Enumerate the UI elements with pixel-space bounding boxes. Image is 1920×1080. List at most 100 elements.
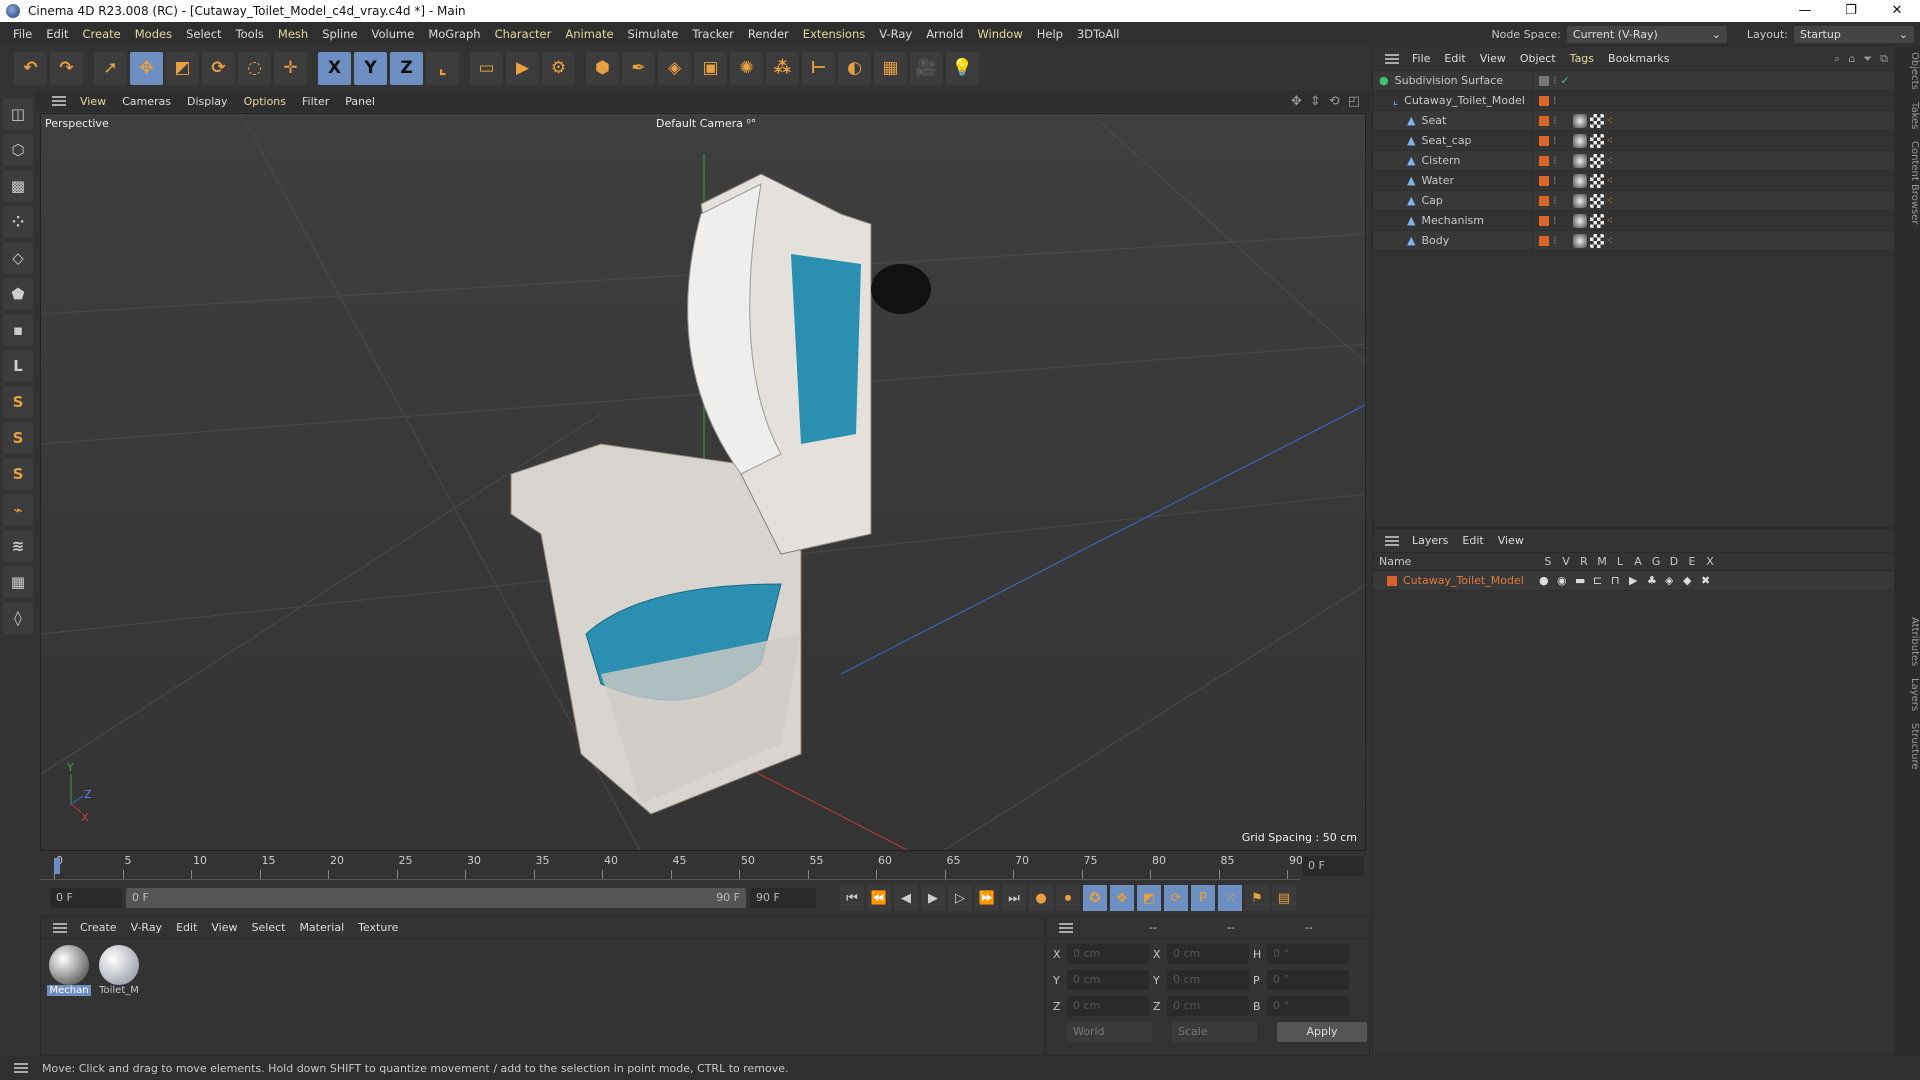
minimize-button[interactable]: — xyxy=(1782,0,1828,22)
visibility-dots-icon[interactable]: ⁝ xyxy=(1553,194,1557,207)
coord-field[interactable]: 0 cm xyxy=(1167,944,1249,964)
coord-field[interactable]: 0 ° xyxy=(1267,970,1349,990)
grid-button[interactable]: ▦ xyxy=(3,566,33,598)
object-row[interactable]: ▲ Cistern ⁝ ⁖ xyxy=(1373,151,1894,171)
next-frame-button[interactable]: ▷ xyxy=(948,885,972,911)
layer-color-swatch[interactable] xyxy=(1539,95,1549,106)
node-space-dropdown[interactable]: Current (V-Ray) ⌄ xyxy=(1566,25,1727,43)
phong-tag-icon[interactable]: ⁖ xyxy=(1607,114,1613,128)
prev-frame-button[interactable]: ◀ xyxy=(894,885,918,911)
move-button[interactable]: ✥ xyxy=(130,51,163,85)
lock-icon[interactable]: ⊓ xyxy=(1611,574,1623,587)
phong-tag-icon[interactable]: ⁖ xyxy=(1607,174,1613,188)
timeline-ruler[interactable]: 051015202530354045505560657075808590 0 F xyxy=(40,852,1370,880)
key-pla-button[interactable]: ⁙ xyxy=(1218,885,1242,911)
polygons-mode-button[interactable]: ⬟ xyxy=(3,278,33,310)
material-menu-select[interactable]: Select xyxy=(245,921,293,934)
pan-view-icon[interactable]: ✥ xyxy=(1291,94,1302,109)
phong-tag-icon[interactable]: ⁖ xyxy=(1607,234,1613,248)
prev-key-button[interactable]: ⏪ xyxy=(867,885,891,911)
object-menu-edit[interactable]: Edit xyxy=(1437,52,1472,65)
menu-volume[interactable]: Volume xyxy=(365,27,422,41)
layer-column-s[interactable]: S xyxy=(1539,555,1557,568)
object-row[interactable]: ▲ Body ⁝ ⁖ xyxy=(1373,231,1894,251)
pen-button[interactable]: ✒ xyxy=(622,51,655,85)
rotate-button[interactable]: ⟳ xyxy=(202,51,235,85)
texture-tag-icon[interactable] xyxy=(1589,213,1604,228)
layer-color-swatch[interactable] xyxy=(1539,135,1549,146)
expressions-icon[interactable]: ◆ xyxy=(1683,574,1695,587)
vray-material-tag-icon[interactable] xyxy=(1572,113,1587,128)
layer-color-swatch[interactable] xyxy=(1539,195,1549,206)
layer-column-name[interactable]: Name xyxy=(1379,555,1539,568)
visibility-dots-icon[interactable]: ⁝ xyxy=(1553,154,1557,167)
layer-column-l[interactable]: L xyxy=(1611,555,1629,568)
camera-name[interactable]: Default Camera ⁰° xyxy=(656,117,756,130)
filter-icon[interactable]: ⏷ xyxy=(1863,52,1872,66)
viewport-menu-panel[interactable]: Panel xyxy=(337,95,383,108)
vray-material-tag-icon[interactable] xyxy=(1572,173,1587,188)
object-row[interactable]: ● Subdivision Surface ⁝ ✓ xyxy=(1373,71,1894,91)
menu-file[interactable]: File xyxy=(6,27,39,41)
frame-range-slider[interactable]: 0 F 90 F xyxy=(126,888,746,908)
visible-icon[interactable]: ◉ xyxy=(1557,574,1569,587)
coord-system-dropdown[interactable]: World xyxy=(1067,1022,1152,1042)
menu-simulate[interactable]: Simulate xyxy=(621,27,686,41)
texture-tag-icon[interactable] xyxy=(1589,113,1604,128)
cloner-button[interactable]: ✺ xyxy=(730,51,763,85)
cube-button[interactable]: ⬢ xyxy=(586,51,619,85)
z-axis-button[interactable]: Z xyxy=(390,51,423,85)
close-button[interactable]: ✕ xyxy=(1874,0,1920,22)
menu-animate[interactable]: Animate xyxy=(558,27,620,41)
render-icon[interactable]: ▬ xyxy=(1575,574,1587,587)
menu-modes[interactable]: Modes xyxy=(128,27,179,41)
floor-button[interactable]: ▦ xyxy=(874,51,907,85)
coordinates-menu-icon[interactable] xyxy=(1059,922,1073,933)
layer-column-g[interactable]: G xyxy=(1647,555,1665,568)
generators-icon[interactable]: ♣ xyxy=(1647,574,1659,587)
magnet-button[interactable]: ⌁ xyxy=(3,494,33,526)
vray-material-tag-icon[interactable] xyxy=(1572,233,1587,248)
keyframe-selection-button[interactable]: ✪ xyxy=(1083,885,1107,911)
coord-field[interactable]: 0 ° xyxy=(1267,996,1349,1016)
viewport-menu-options[interactable]: Options xyxy=(236,95,294,108)
object-menu-bookmarks[interactable]: Bookmarks xyxy=(1601,52,1676,65)
material-menu-icon[interactable] xyxy=(53,922,67,933)
psr-button[interactable]: ◌ xyxy=(238,51,271,85)
menu-spline[interactable]: Spline xyxy=(315,27,364,41)
current-frame-field[interactable]: 0 F xyxy=(1302,856,1364,876)
key-scale-button[interactable]: ◩ xyxy=(1137,885,1161,911)
toilet-model[interactable] xyxy=(510,173,931,815)
side-tab-objects[interactable]: Objects xyxy=(1895,46,1920,96)
maximize-view-icon[interactable]: ◰ xyxy=(1348,94,1360,109)
menu-edit[interactable]: Edit xyxy=(39,27,75,41)
viewport-menu-filter[interactable]: Filter xyxy=(294,95,337,108)
object-row[interactable]: ▲ Seat ⁝ ⁖ xyxy=(1373,111,1894,131)
deformers-icon[interactable]: ◈ xyxy=(1665,574,1677,587)
object-menu-file[interactable]: File xyxy=(1405,52,1437,65)
apply-button[interactable]: Apply xyxy=(1277,1022,1367,1042)
maximize-button[interactable]: ❐ xyxy=(1828,0,1874,22)
x-axis-button[interactable]: X xyxy=(318,51,351,85)
camera-button[interactable]: 🎥 xyxy=(910,51,943,85)
side-tab-content-browser[interactable]: Content Browser xyxy=(1895,135,1920,230)
search-icon[interactable]: ⌕ xyxy=(1834,52,1840,66)
snap-button[interactable]: S xyxy=(3,386,33,418)
material-menu-vray[interactable]: V-Ray xyxy=(124,921,170,934)
object-row[interactable]: ▲ Water ⁝ ⁖ xyxy=(1373,171,1894,191)
layer-column-x[interactable]: X xyxy=(1701,555,1719,568)
menu-tracker[interactable]: Tracker xyxy=(685,27,741,41)
go-to-start-button[interactable]: ⏮ xyxy=(840,885,864,911)
scale-button[interactable]: ◩ xyxy=(166,51,199,85)
phong-tag-icon[interactable]: ⁖ xyxy=(1607,154,1613,168)
make-editable-button[interactable]: ◫ xyxy=(3,98,33,130)
phong-tag-icon[interactable]: ⁖ xyxy=(1607,214,1613,228)
material-thumbnail[interactable]: Toilet_M xyxy=(97,945,141,996)
menu-3dtoall[interactable]: 3DToAll xyxy=(1070,27,1127,41)
object-row[interactable]: ▲ Cap ⁝ ⁖ xyxy=(1373,191,1894,211)
visibility-dots-icon[interactable]: ⁝ xyxy=(1553,74,1557,87)
layer-column-e[interactable]: E xyxy=(1683,555,1701,568)
side-tab-structure[interactable]: Structure xyxy=(1895,717,1920,776)
autokey-button[interactable]: ⏺ xyxy=(1056,885,1080,911)
menu-mograph[interactable]: MoGraph xyxy=(421,27,487,41)
